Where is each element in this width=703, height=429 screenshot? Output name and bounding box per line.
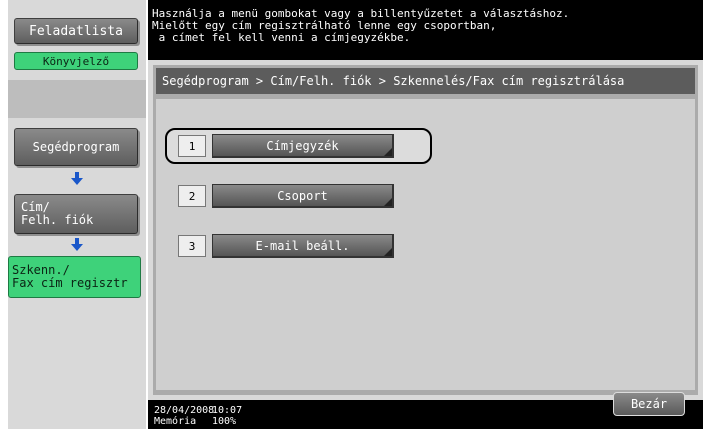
menu-item-group[interactable]: 2 Csoport <box>178 183 394 209</box>
main-panel-inner: Segédprogram > Cím/Felh. fiók > Szkennel… <box>153 65 698 395</box>
breadcrumb-register-current: Szkenn./ Fax cím regisztr <box>8 256 141 298</box>
bookmark-tab[interactable]: Könyvjelző <box>14 52 138 70</box>
sidebar: Feladatlista Könyvjelző Segédprogram Cím… <box>8 0 146 429</box>
copier-panel: Feladatlista Könyvjelző Segédprogram Cím… <box>0 0 703 429</box>
menu-item-label: Címjegyzék <box>266 138 339 153</box>
corner-triangle-icon <box>384 148 392 156</box>
status-footer: 28/04/2008 10:07 Memória 100% Bezár <box>148 392 703 429</box>
group-button[interactable]: Csoport <box>212 184 394 208</box>
close-button[interactable]: Bezár <box>613 392 685 416</box>
menu-item-number: 3 <box>178 235 206 257</box>
memory-label: Memória <box>154 416 197 427</box>
corner-triangle-icon <box>384 198 392 206</box>
sidebar-separator <box>8 80 146 118</box>
time-readout: 10:07 <box>212 405 243 416</box>
main-panel: Segédprogram > Cím/Felh. fiók > Szkennel… <box>148 60 703 400</box>
menu-area: 1 Címjegyzék 2 Csoport 3 E-mail beáll. <box>156 99 695 390</box>
menu-item-label: Csoport <box>277 188 328 203</box>
task-list-tab[interactable]: Feladatlista <box>14 18 138 44</box>
menu-item-address-book[interactable]: 1 Címjegyzék <box>178 133 394 159</box>
menu-item-number: 2 <box>178 185 206 207</box>
menu-item-label: E-mail beáll. <box>255 238 350 253</box>
breadcrumb-utility[interactable]: Segédprogram <box>14 128 138 166</box>
instruction-message: Használja a menü gombokat vagy a billent… <box>148 0 703 60</box>
breadcrumb-address[interactable]: Cím/ Felh. fiók <box>14 194 138 234</box>
down-arrow-icon <box>71 238 83 251</box>
down-arrow-icon <box>71 172 83 185</box>
message-line-3: a címet fel kell venni a címjegyzékbe. <box>152 31 411 44</box>
menu-item-email-settings[interactable]: 3 E-mail beáll. <box>178 233 394 259</box>
email-settings-button[interactable]: E-mail beáll. <box>212 234 394 258</box>
menu-item-number: 1 <box>178 135 206 157</box>
address-book-button[interactable]: Címjegyzék <box>212 134 394 158</box>
path-breadcrumb: Segédprogram > Cím/Felh. fiók > Szkennel… <box>156 68 695 94</box>
memory-value: 100% <box>212 416 237 427</box>
corner-triangle-icon <box>384 248 392 256</box>
date-readout: 28/04/2008 <box>154 405 215 416</box>
